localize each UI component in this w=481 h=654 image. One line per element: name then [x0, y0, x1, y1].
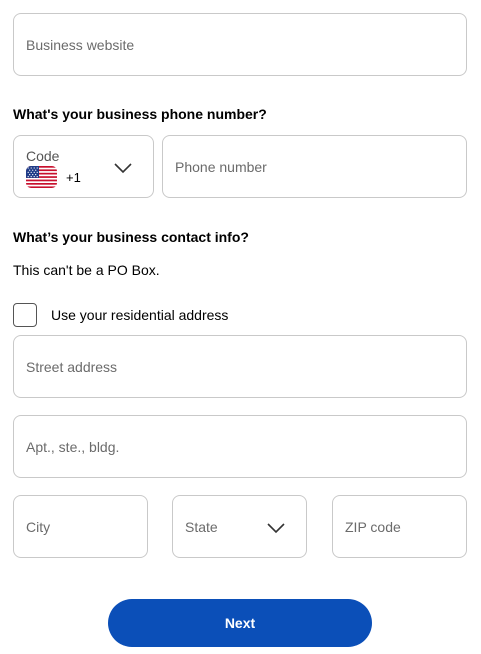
country-code-select[interactable]: Code +1 [13, 135, 154, 198]
contact-heading: What’s your business contact info? [13, 229, 249, 245]
zip-code-field[interactable]: ZIP code [332, 495, 467, 558]
dial-code: +1 [66, 170, 81, 185]
po-box-note: This can't be a PO Box. [13, 262, 160, 278]
zip-code-placeholder: ZIP code [345, 518, 401, 535]
street-address-placeholder: Street address [26, 358, 118, 375]
phone-number-field[interactable]: Phone number [162, 135, 467, 198]
business-website-field[interactable]: Business website [13, 13, 467, 76]
residential-address-label[interactable]: Use your residential address [51, 307, 228, 323]
apt-field[interactable]: Apt., ste., bldg. [13, 415, 467, 478]
business-website-placeholder: Business website [26, 36, 135, 53]
apt-placeholder: Apt., ste., bldg. [26, 438, 120, 455]
city-field[interactable]: City [13, 495, 148, 558]
city-placeholder: City [26, 518, 51, 535]
phone-heading: What's your business phone number? [13, 106, 267, 122]
chevron-down-icon [267, 521, 285, 539]
code-label: Code [26, 148, 60, 164]
state-placeholder: State [185, 518, 218, 535]
state-select[interactable]: State [172, 495, 307, 558]
chevron-down-icon [114, 161, 132, 179]
residential-address-checkbox[interactable] [13, 303, 37, 327]
phone-number-placeholder: Phone number [175, 158, 267, 175]
street-address-field[interactable]: Street address [13, 335, 467, 398]
next-button[interactable]: Next [108, 599, 372, 647]
us-flag-icon [26, 166, 57, 188]
